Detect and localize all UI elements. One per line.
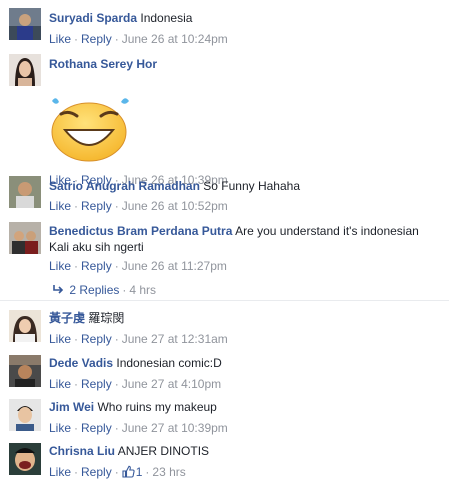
- comment-text: Indonesia: [140, 11, 193, 25]
- reply-link[interactable]: Reply: [81, 332, 112, 346]
- reply-link[interactable]: Reply: [81, 421, 112, 435]
- like-link[interactable]: Like: [49, 32, 71, 46]
- comment-author[interactable]: Chrisna Liu: [49, 444, 115, 458]
- avatar[interactable]: [9, 310, 41, 342]
- comment-text: Indonesian comic:D: [116, 356, 222, 370]
- thumbs-up-icon: [122, 465, 135, 482]
- comment-timestamp[interactable]: 23 hrs: [152, 465, 185, 479]
- avatar[interactable]: [9, 54, 41, 86]
- like-link[interactable]: Like: [49, 199, 71, 213]
- divider: [0, 300, 449, 301]
- comment-timestamp[interactable]: June 27 at 10:39pm: [122, 421, 228, 435]
- comment-text: ANJER DINOTIS: [117, 444, 210, 458]
- like-count-value: 1: [135, 465, 143, 479]
- comment-author[interactable]: Satrio Anugrah Ramadhan: [49, 179, 200, 193]
- comment-author[interactable]: Dede Vadis: [49, 356, 113, 370]
- comment-author[interactable]: Suryadi Sparda: [49, 11, 137, 25]
- comment-author[interactable]: Rothana Serey Hor: [49, 57, 157, 71]
- comment-author[interactable]: Benedictus Bram Perdana Putra: [49, 224, 232, 238]
- comment-text: Who ruins my makeup: [97, 400, 217, 414]
- like-link[interactable]: Like: [49, 421, 71, 435]
- laughing-sticker[interactable]: [49, 96, 133, 162]
- comment-timestamp[interactable]: June 27 at 4:10pm: [122, 377, 221, 391]
- avatar[interactable]: [9, 399, 41, 431]
- avatar[interactable]: [9, 222, 41, 254]
- comment-timestamp[interactable]: June 27 at 12:31am: [122, 332, 228, 346]
- like-link[interactable]: Like: [49, 465, 71, 479]
- comment-author[interactable]: 黃子虔: [49, 311, 85, 325]
- reply-arrow-icon: [52, 282, 66, 298]
- reply-link[interactable]: Reply: [81, 259, 112, 273]
- comment-timestamp[interactable]: June 26 at 11:27pm: [122, 259, 227, 273]
- comment-timestamp[interactable]: June 26 at 10:52pm: [122, 199, 228, 213]
- avatar[interactable]: [9, 8, 41, 40]
- like-link[interactable]: Like: [49, 332, 71, 346]
- replies-time: 4 hrs: [129, 283, 157, 297]
- reply-link[interactable]: Reply: [81, 32, 112, 46]
- avatar[interactable]: [9, 443, 41, 475]
- comment-author[interactable]: Jim Wei: [49, 400, 94, 414]
- comment-timestamp[interactable]: June 26 at 10:24pm: [122, 32, 228, 46]
- avatar[interactable]: [9, 355, 41, 387]
- reply-link[interactable]: Reply: [81, 377, 112, 391]
- comment-text-line-2: Kali aku sih ngerti: [49, 240, 144, 254]
- like-link[interactable]: Like: [49, 377, 71, 391]
- comment-text: 羅琮閔: [88, 311, 125, 325]
- replies-count-link[interactable]: 2 Replies: [69, 283, 119, 297]
- reply-link[interactable]: Reply: [81, 465, 112, 479]
- reply-link[interactable]: Reply: [81, 199, 112, 213]
- comment-text: Are you understand it's indonesian: [235, 224, 419, 238]
- like-count[interactable]: 1: [122, 465, 143, 482]
- view-replies[interactable]: 2 Replies · 4 hrs: [52, 282, 156, 298]
- avatar[interactable]: [9, 176, 41, 208]
- comment-text: So Funny Hahaha: [203, 179, 300, 193]
- like-link[interactable]: Like: [49, 259, 71, 273]
